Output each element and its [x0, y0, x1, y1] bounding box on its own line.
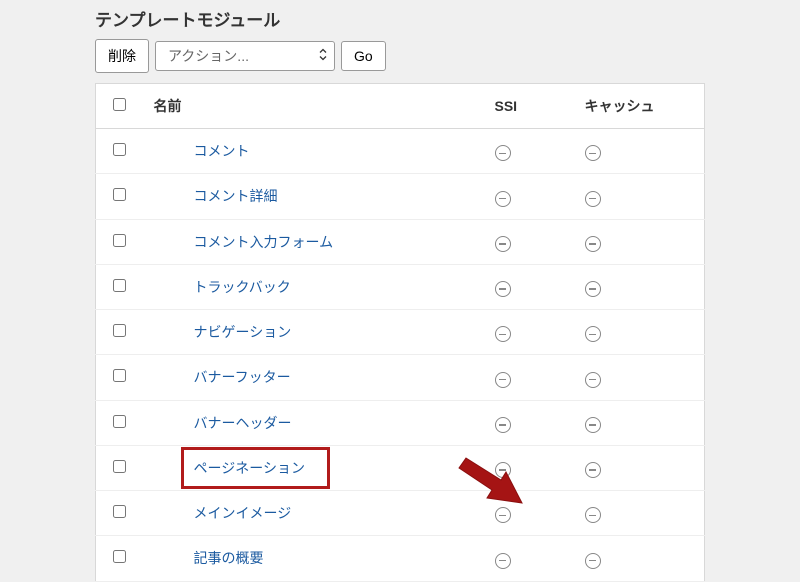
status-off-icon	[495, 417, 511, 433]
annotation-highlight-box: ページネーション	[181, 447, 330, 489]
status-off-icon	[495, 372, 511, 388]
status-off-icon	[585, 462, 601, 478]
status-off-icon	[495, 236, 511, 252]
column-header-cache: キャッシュ	[575, 84, 705, 129]
status-off-icon	[585, 191, 601, 207]
row-checkbox[interactable]	[113, 234, 126, 247]
template-link[interactable]: トラックバック	[194, 279, 291, 295]
table-row: トラックバック	[96, 264, 705, 309]
template-link[interactable]: コメント	[194, 143, 250, 159]
status-off-icon	[585, 281, 601, 297]
status-off-icon	[585, 326, 601, 342]
table-row: ナビゲーション	[96, 310, 705, 355]
select-all-checkbox[interactable]	[113, 98, 126, 111]
row-checkbox[interactable]	[113, 505, 126, 518]
action-select[interactable]: アクション...	[155, 41, 335, 71]
table-row: コメント	[96, 129, 705, 174]
status-off-icon	[495, 507, 511, 523]
row-checkbox[interactable]	[113, 415, 126, 428]
template-link[interactable]: ページネーション	[194, 460, 305, 476]
table-row: バナーヘッダー	[96, 400, 705, 445]
template-link[interactable]: バナーフッター	[194, 369, 291, 385]
row-checkbox[interactable]	[113, 279, 126, 292]
template-link[interactable]: バナーヘッダー	[194, 415, 292, 431]
status-off-icon	[585, 507, 601, 523]
status-off-icon	[495, 145, 511, 161]
table-row: コメント詳細	[96, 174, 705, 219]
table-row: 記事の概要	[96, 536, 705, 581]
template-table: 名前 SSI キャッシュ コメントコメント詳細コメント入力フォームトラックバック…	[95, 83, 705, 582]
template-link[interactable]: ナビゲーション	[194, 324, 292, 340]
template-link[interactable]: メインイメージ	[194, 505, 292, 521]
page-title: テンプレートモジュール	[95, 6, 705, 39]
row-checkbox[interactable]	[113, 324, 126, 337]
select-all-header	[96, 84, 144, 129]
row-checkbox[interactable]	[113, 369, 126, 382]
row-checkbox[interactable]	[113, 188, 126, 201]
template-link[interactable]: コメント詳細	[194, 188, 278, 204]
status-off-icon	[495, 553, 511, 569]
table-row: メインイメージ	[96, 491, 705, 536]
status-off-icon	[585, 417, 601, 433]
table-row: コメント入力フォーム	[96, 219, 705, 264]
status-off-icon	[495, 191, 511, 207]
go-button[interactable]: Go	[341, 41, 386, 71]
row-checkbox[interactable]	[113, 550, 126, 563]
column-header-name: 名前	[144, 84, 485, 129]
status-off-icon	[585, 553, 601, 569]
status-off-icon	[585, 236, 601, 252]
column-header-ssi: SSI	[485, 84, 575, 129]
table-row: ページネーション	[96, 445, 705, 490]
template-link[interactable]: コメント入力フォーム	[194, 234, 334, 250]
annotation-arrow-icon	[454, 448, 524, 508]
row-checkbox[interactable]	[113, 460, 126, 473]
delete-button[interactable]: 削除	[95, 39, 149, 73]
status-off-icon	[585, 145, 601, 161]
status-off-icon	[495, 281, 511, 297]
template-link[interactable]: 記事の概要	[194, 550, 264, 566]
status-off-icon	[585, 372, 601, 388]
status-off-icon	[495, 326, 511, 342]
table-row: バナーフッター	[96, 355, 705, 400]
row-checkbox[interactable]	[113, 143, 126, 156]
toolbar: 削除 アクション... Go	[95, 39, 705, 83]
